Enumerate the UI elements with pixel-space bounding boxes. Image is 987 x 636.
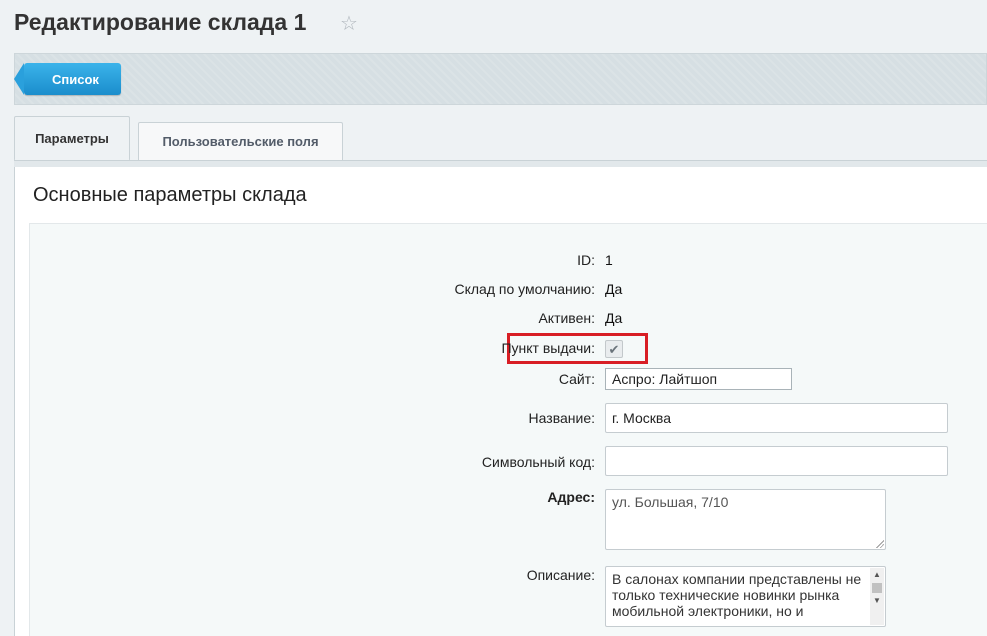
checkmark-icon: ✔ xyxy=(608,341,620,357)
site-select[interactable]: Аспро: Лайтшоп xyxy=(605,368,792,390)
code-input[interactable] xyxy=(605,446,948,476)
star-icon[interactable]: ☆ xyxy=(340,13,362,35)
description-textarea[interactable]: В салонах компании представлены не тольк… xyxy=(605,566,886,627)
section-title: Основные параметры склада xyxy=(33,184,307,206)
toolbar xyxy=(14,53,987,105)
resize-grip-icon[interactable] xyxy=(875,539,884,548)
tab-user-fields[interactable]: Пользовательские поля xyxy=(138,122,343,160)
page-title: Редактирование склада 1 xyxy=(14,9,307,35)
default-store-value: Да xyxy=(605,281,623,297)
site-label: Сайт: xyxy=(558,371,595,387)
active-label: Активен: xyxy=(538,310,595,326)
description-label: Описание: xyxy=(526,567,595,583)
id-label: ID: xyxy=(577,252,595,268)
active-value: Да xyxy=(605,310,623,326)
back-to-list-button[interactable]: Список xyxy=(14,63,121,95)
address-text: ул. Большая, 7/10 xyxy=(612,494,729,510)
id-value: 1 xyxy=(605,252,613,268)
name-label: Название: xyxy=(528,410,595,426)
main-panel: Основные параметры склада ID: 1 Склад по… xyxy=(14,167,987,636)
page-header: Редактирование склада 1 ☆ xyxy=(0,0,987,52)
pickup-label: Пункт выдачи: xyxy=(501,340,595,356)
address-label: Адрес: xyxy=(547,489,595,505)
address-textarea[interactable]: ул. Большая, 7/10 xyxy=(605,489,886,550)
pickup-checkbox[interactable]: ✔ xyxy=(605,340,623,358)
code-label: Символьный код: xyxy=(481,454,595,470)
default-store-label: Склад по умолчанию: xyxy=(454,281,596,297)
scroll-up-icon[interactable]: ▲ xyxy=(870,568,884,582)
description-text: В салонах компании представлены не тольк… xyxy=(612,571,862,619)
description-scrollbar[interactable]: ▲ ▼ xyxy=(870,568,884,625)
form-area: ID: 1 Склад по умолчанию: Да Активен: Да… xyxy=(29,223,987,636)
name-input[interactable]: г. Москва xyxy=(605,403,948,433)
tab-divider xyxy=(14,160,987,167)
scroll-thumb[interactable] xyxy=(872,583,882,593)
scroll-down-icon[interactable]: ▼ xyxy=(870,594,884,608)
tab-parameters[interactable]: Параметры xyxy=(14,116,130,162)
